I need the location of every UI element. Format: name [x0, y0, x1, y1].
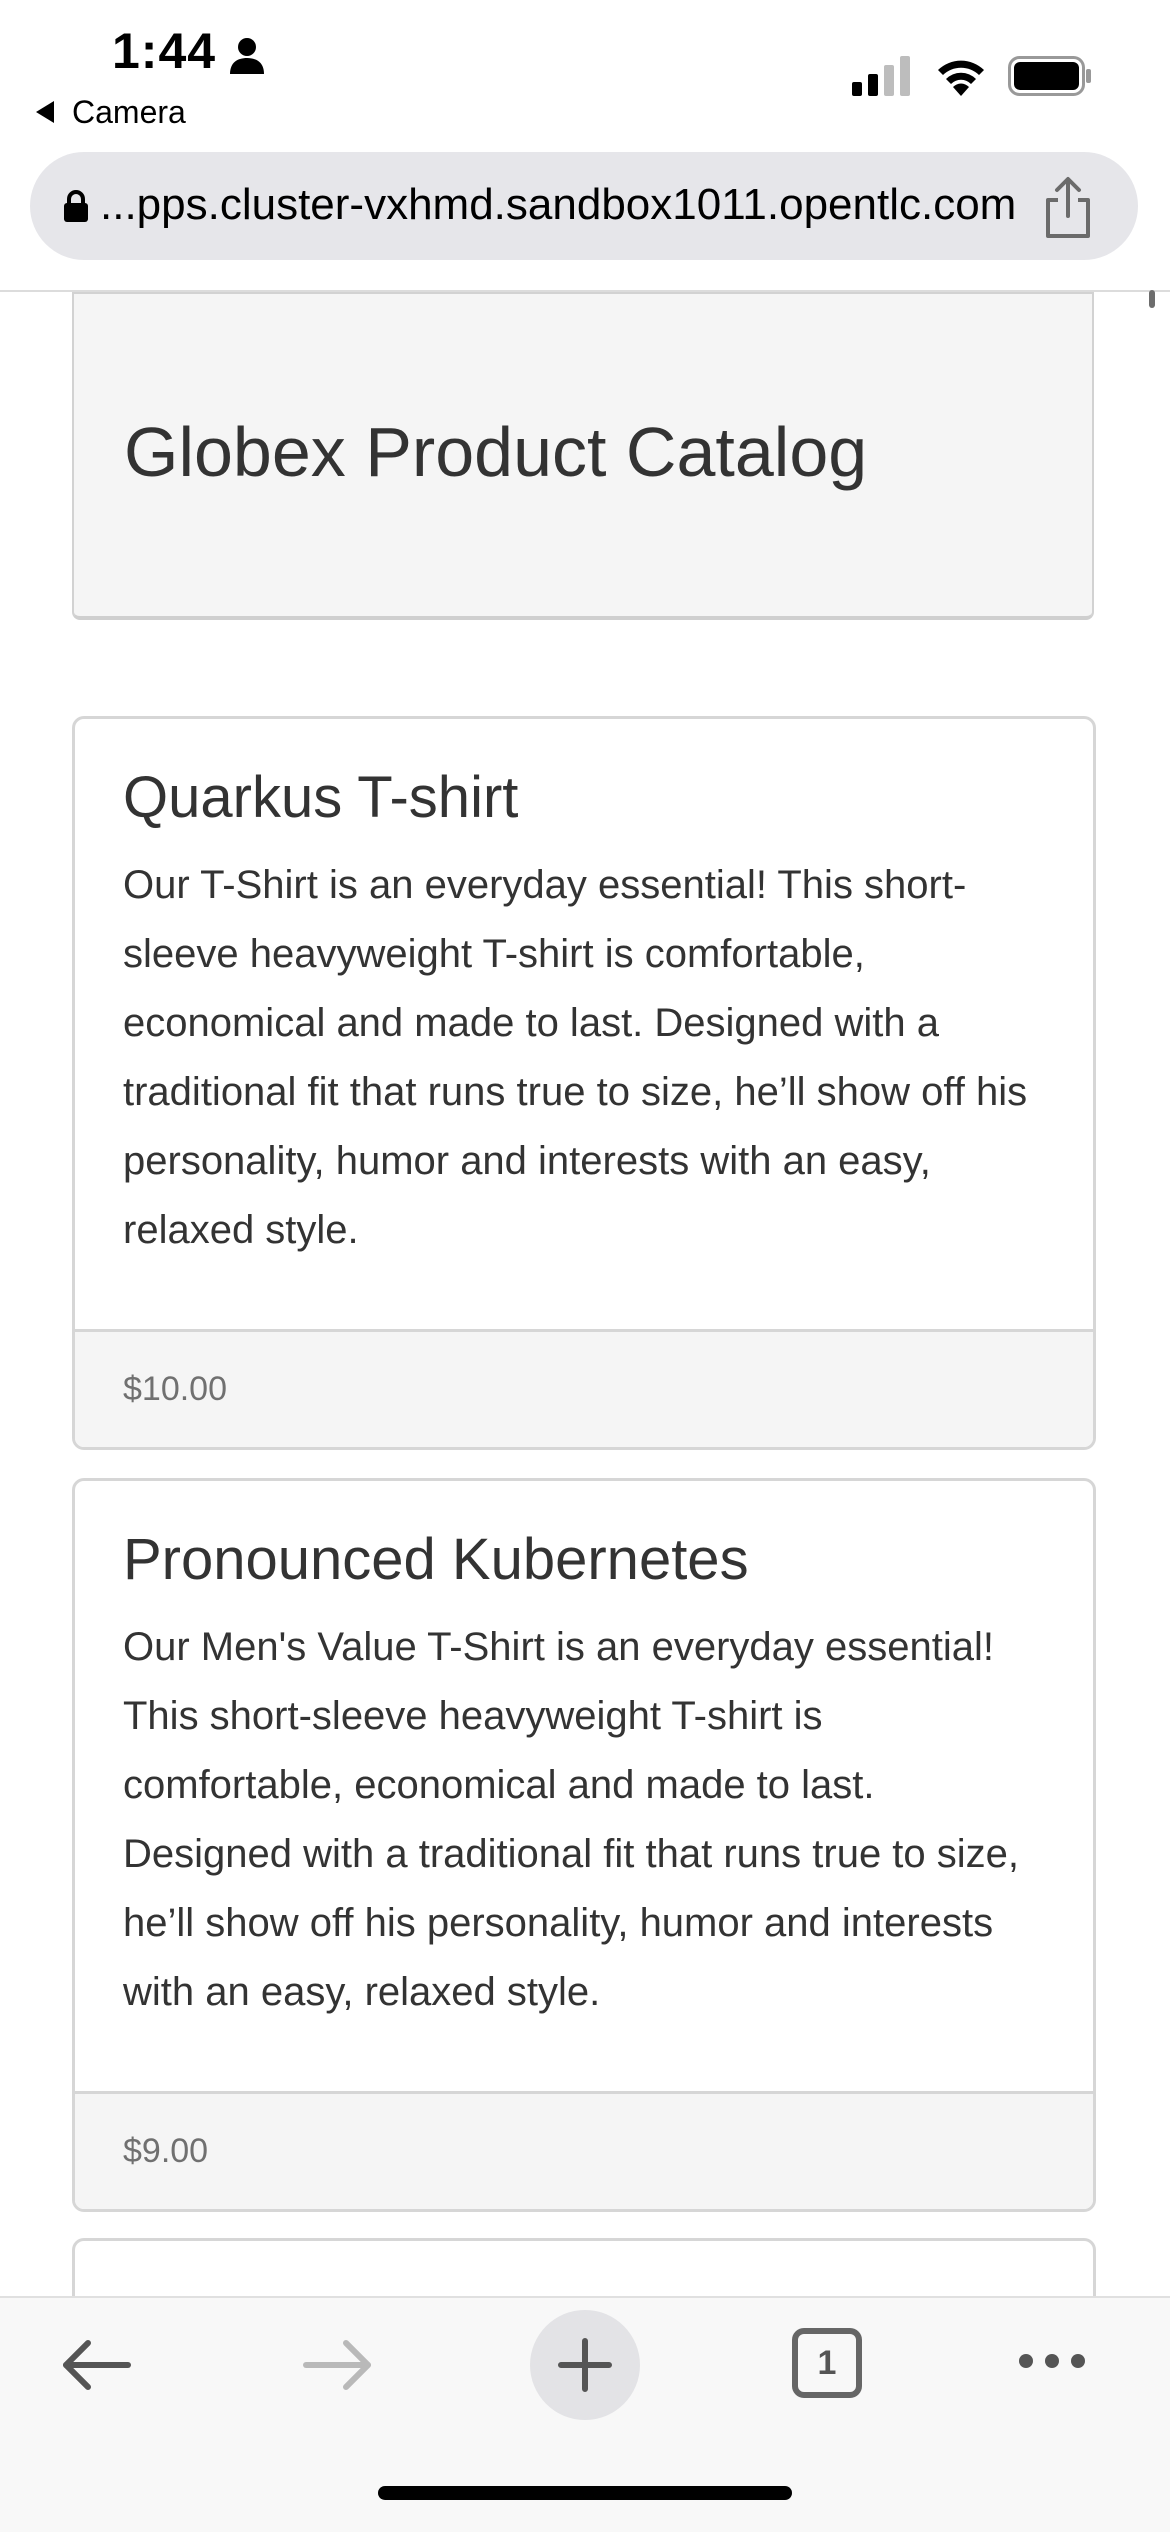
new-tab-button[interactable]	[530, 2310, 640, 2420]
home-indicator[interactable]	[378, 2486, 792, 2500]
status-bar: 1:44 Camera	[0, 0, 1170, 150]
page-title: Globex Product Catalog	[124, 413, 868, 491]
product-card: Pronounced Kubernetes Our Men's Value T-…	[72, 1478, 1096, 2212]
plus-icon	[558, 2338, 612, 2392]
product-price: $10.00	[123, 1370, 227, 1408]
back-app-label: Camera	[72, 93, 186, 130]
battery-icon	[1008, 56, 1091, 96]
url-bar[interactable]: ...pps.cluster-vxhmd.sandbox1011.opentlc…	[30, 152, 1138, 260]
screen: 1:44 Camera ...pps.cluster-vxhmd.sandbox…	[0, 0, 1170, 2532]
scroll-indicator[interactable]	[1149, 290, 1155, 308]
product-name: Pronounced Kubernetes	[123, 1527, 749, 1592]
person-icon	[230, 38, 264, 74]
back-arrow-icon[interactable]	[58, 2334, 134, 2396]
web-page: Globex Product Catalog Quarkus T-shirt O…	[0, 292, 1170, 2297]
tab-switcher-button[interactable]: 1	[792, 2328, 862, 2398]
product-card: Quarkus T-shirt Our T-Shirt is an everyd…	[72, 716, 1096, 1450]
product-name: Quarkus T-shirt	[123, 765, 519, 830]
product-price: $9.00	[123, 2132, 209, 2170]
product-card-body: Quarkus T-shirt Our T-Shirt is an everyd…	[75, 719, 1093, 1265]
product-card-partial	[72, 2238, 1096, 2297]
status-time: 1:44	[112, 23, 217, 79]
product-description: Our T-Shirt is an everyday essential! Th…	[123, 863, 1028, 1252]
lock-icon	[64, 190, 88, 222]
signal-icon	[852, 56, 910, 96]
share-icon[interactable]	[1040, 176, 1096, 240]
wifi-icon	[938, 60, 984, 96]
more-icon[interactable]	[1016, 2346, 1088, 2376]
url-text[interactable]: ...pps.cluster-vxhmd.sandbox1011.opentlc…	[100, 180, 1060, 230]
product-card-footer: $10.00	[75, 1329, 1093, 1447]
forward-arrow-icon[interactable]	[300, 2334, 376, 2396]
product-description: Our Men's Value T-Shirt is an everyday e…	[123, 1625, 1020, 2014]
product-card-body: Pronounced Kubernetes Our Men's Value T-…	[75, 1481, 1093, 2027]
catalog-header-top-border	[72, 292, 1094, 294]
back-triangle-icon	[36, 101, 54, 123]
product-card-footer: $9.00	[75, 2091, 1093, 2209]
back-to-app-button[interactable]: Camera	[36, 92, 186, 132]
catalog-header: Globex Product Catalog	[72, 292, 1094, 620]
